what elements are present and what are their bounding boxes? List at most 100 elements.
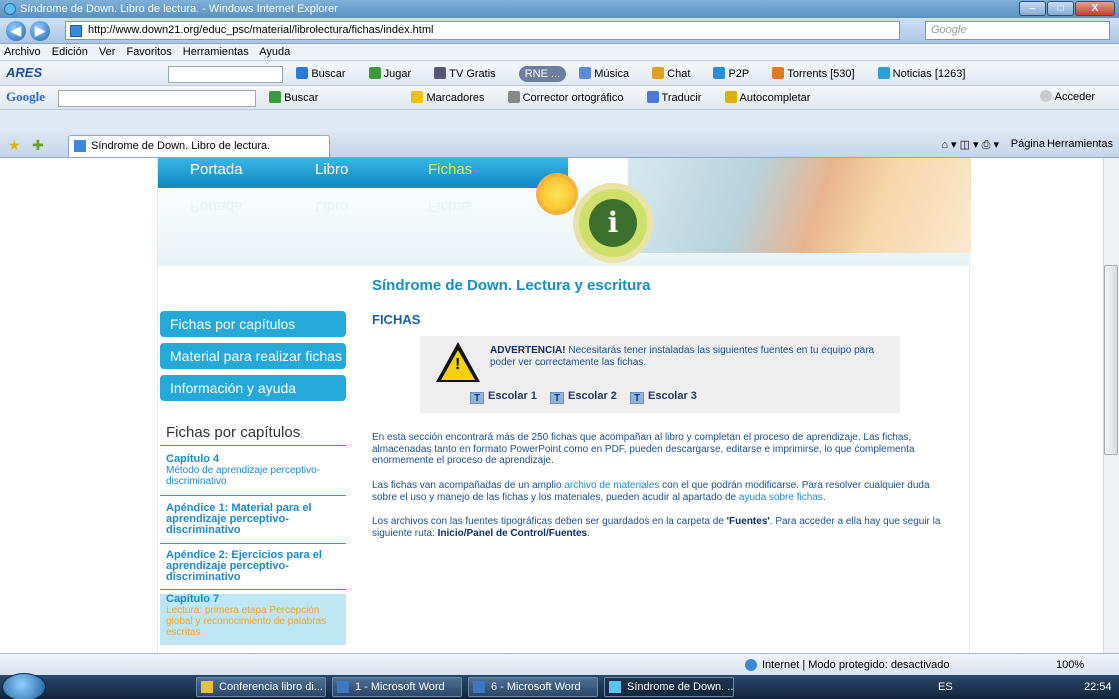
chapter-desc: Lectura: primera etapa Percepción global…: [166, 605, 327, 638]
appendix-2[interactable]: Apéndice 2: Ejercicios para el aprendiza…: [166, 550, 346, 583]
zoom-level[interactable]: 100%: [1056, 654, 1084, 676]
ares-logo[interactable]: ARES: [6, 62, 42, 84]
menu-favoritos[interactable]: Favoritos: [126, 46, 171, 58]
clock[interactable]: 22:54: [1084, 675, 1112, 699]
side-button-material[interactable]: Material para realizar fichas: [160, 343, 346, 369]
chapter-divider: [160, 495, 346, 496]
paragraph-fonts: Los archivos con las fuentes tipográfica…: [372, 516, 941, 539]
warning-text: ADVERTENCIA! Necesitarás tener instalada…: [490, 345, 890, 369]
close-button[interactable]: X: [1075, 1, 1115, 16]
task-ie[interactable]: Síndrome de Down. ...: [604, 677, 734, 697]
tab-current[interactable]: Síndrome de Down. Libro de lectura.: [68, 135, 330, 157]
tb-marcadores[interactable]: Marcadores: [411, 87, 494, 109]
chapter-title: Capítulo 4: [166, 453, 220, 465]
tb-autocompletar[interactable]: Autocompletar: [724, 87, 821, 109]
tb-acceder[interactable]: Acceder: [1039, 86, 1105, 108]
task-conferencia[interactable]: Conferencia libro di...: [196, 677, 326, 697]
nav-libro[interactable]: Libro: [315, 161, 348, 178]
menu-ayuda[interactable]: Ayuda: [259, 46, 290, 58]
tb-corrector[interactable]: Corrector ortográfico: [507, 87, 634, 109]
tb-jugar[interactable]: Jugar: [368, 63, 422, 85]
page-title: Síndrome de Down. Lectura y escritura: [372, 277, 651, 294]
tab-favicon: [74, 140, 86, 152]
banner-photo: [628, 158, 971, 253]
tb-noticias[interactable]: Noticias [1263]: [877, 63, 976, 85]
side-divider: [160, 445, 346, 446]
address-url: http://www.down21.org/educ_psc/material/…: [88, 24, 434, 36]
font-icon: T: [470, 392, 484, 404]
chapter-7[interactable]: Capítulo 7 Lectura: primera etapa Percep…: [160, 594, 346, 645]
menu-bar: Archivo Edición Ver Favoritos Herramient…: [0, 44, 1119, 61]
chapter-divider: [160, 589, 346, 590]
nav-portada[interactable]: Portada: [190, 161, 243, 178]
menu-herramientas[interactable]: Herramientas: [183, 46, 249, 58]
scrollbar-thumb[interactable]: [1104, 265, 1118, 455]
menu-ver[interactable]: Ver: [99, 46, 116, 58]
tab-label: Síndrome de Down. Libro de lectura.: [91, 140, 271, 152]
task-word-1[interactable]: 1 - Microsoft Word: [332, 677, 462, 697]
font-link-escolar2[interactable]: T Escolar 2: [550, 390, 617, 404]
start-button[interactable]: [2, 673, 46, 699]
tb-p2p[interactable]: P2P: [713, 63, 759, 85]
tools-menu[interactable]: Herramientas: [1047, 138, 1113, 150]
navigation-bar: ◀ ▶ http://www.down21.org/educ_psc/mater…: [0, 18, 1119, 44]
side-button-fichas-capitulos[interactable]: Fichas por capítulos: [160, 311, 346, 337]
font-link-escolar1[interactable]: T Escolar 1: [470, 390, 537, 404]
address-bar[interactable]: http://www.down21.org/educ_psc/material/…: [65, 21, 900, 40]
window-title: Síndrome de Down. Libro de lectura. - Wi…: [20, 3, 338, 15]
minimize-button[interactable]: –: [1019, 1, 1046, 16]
back-button[interactable]: ◀: [6, 21, 26, 41]
paragraph-intro: En esta sección encontrará más de 250 fi…: [372, 432, 915, 466]
tb-musica[interactable]: Música: [579, 63, 639, 85]
maximize-button[interactable]: □: [1047, 1, 1074, 16]
forward-button[interactable]: ▶: [30, 21, 50, 41]
tb-torrents[interactable]: Torrents [530]: [772, 63, 864, 85]
nav-reflection-fichas: Fichas: [428, 198, 473, 215]
nav-reflection-libro: Libro: [315, 198, 349, 215]
chapter-title: Apéndice 1: Material para el aprendizaje…: [166, 502, 312, 536]
add-favorites-icon[interactable]: ✚: [32, 137, 44, 154]
favorites-star-icon[interactable]: ★: [8, 137, 21, 154]
font-icon: T: [630, 392, 644, 404]
site-banner: Portada Libro Fichas Portada Libro Ficha…: [158, 158, 971, 266]
link-ayuda-fichas[interactable]: ayuda sobre fichas: [739, 492, 823, 503]
chapter-4[interactable]: Capítulo 4 Método de aprendizaje percept…: [166, 453, 346, 488]
google-logo: Google: [6, 89, 45, 104]
google-buscar[interactable]: Buscar: [269, 87, 328, 109]
search-input[interactable]: Google: [925, 21, 1110, 40]
home-icon[interactable]: ⌂ ▾ ◫ ▾ ⎙ ▾: [941, 138, 999, 152]
chapter-title: Capítulo 7: [166, 593, 220, 605]
status-text: Internet | Modo protegido: desactivado: [762, 659, 950, 671]
chapter-divider: [160, 543, 346, 544]
link-archivo-materiales[interactable]: archivo de materiales: [564, 480, 659, 491]
tab-bar: ★ ✚ Síndrome de Down. Libro de lectura. …: [0, 132, 1119, 158]
task-word-6[interactable]: 6 - Microsoft Word: [468, 677, 598, 697]
section-heading: FICHAS: [372, 312, 421, 327]
side-heading: Fichas por capítulos: [166, 424, 301, 441]
nav-fichas[interactable]: Fichas: [428, 161, 472, 178]
tb-traducir[interactable]: Traducir: [646, 87, 712, 109]
appendix-1[interactable]: Apéndice 1: Material para el aprendizaje…: [166, 503, 346, 536]
chapter-desc: Método de aprendizaje perceptivo-discrim…: [166, 465, 320, 487]
menu-archivo[interactable]: Archivo: [4, 46, 41, 58]
tb-buscar[interactable]: Buscar: [296, 63, 355, 85]
sun-decoration: [536, 173, 578, 215]
tb-tv[interactable]: TV Gratis: [434, 63, 505, 85]
ares-search-input[interactable]: [168, 65, 284, 83]
side-button-informacion[interactable]: Información y ayuda: [160, 375, 346, 401]
page-favicon: [70, 25, 82, 37]
warning-icon: !: [436, 342, 480, 382]
ares-toolbar: ARES Buscar Jugar TV Gratis RNE ... Músi…: [0, 62, 1119, 86]
menu-edicion[interactable]: Edición: [52, 46, 88, 58]
warning-box: ! ADVERTENCIA! Necesitarás tener instala…: [420, 336, 900, 413]
taskbar: Conferencia libro di... 1 - Microsoft Wo…: [0, 673, 1119, 699]
page-menu[interactable]: Página: [1011, 138, 1045, 150]
language-indicator[interactable]: ES: [938, 675, 953, 699]
tb-chat[interactable]: Chat: [652, 63, 700, 85]
font-link-escolar3[interactable]: T Escolar 3: [630, 390, 697, 404]
status-bar: Internet | Modo protegido: desactivado 1…: [0, 653, 1119, 675]
paragraph-materials: Las fichas van acompañadas de un amplio …: [372, 480, 930, 503]
google-search-input[interactable]: [58, 89, 257, 107]
chapter-title: Apéndice 2: Ejercicios para el aprendiza…: [166, 549, 322, 583]
tb-rne[interactable]: RNE ...: [518, 66, 567, 82]
